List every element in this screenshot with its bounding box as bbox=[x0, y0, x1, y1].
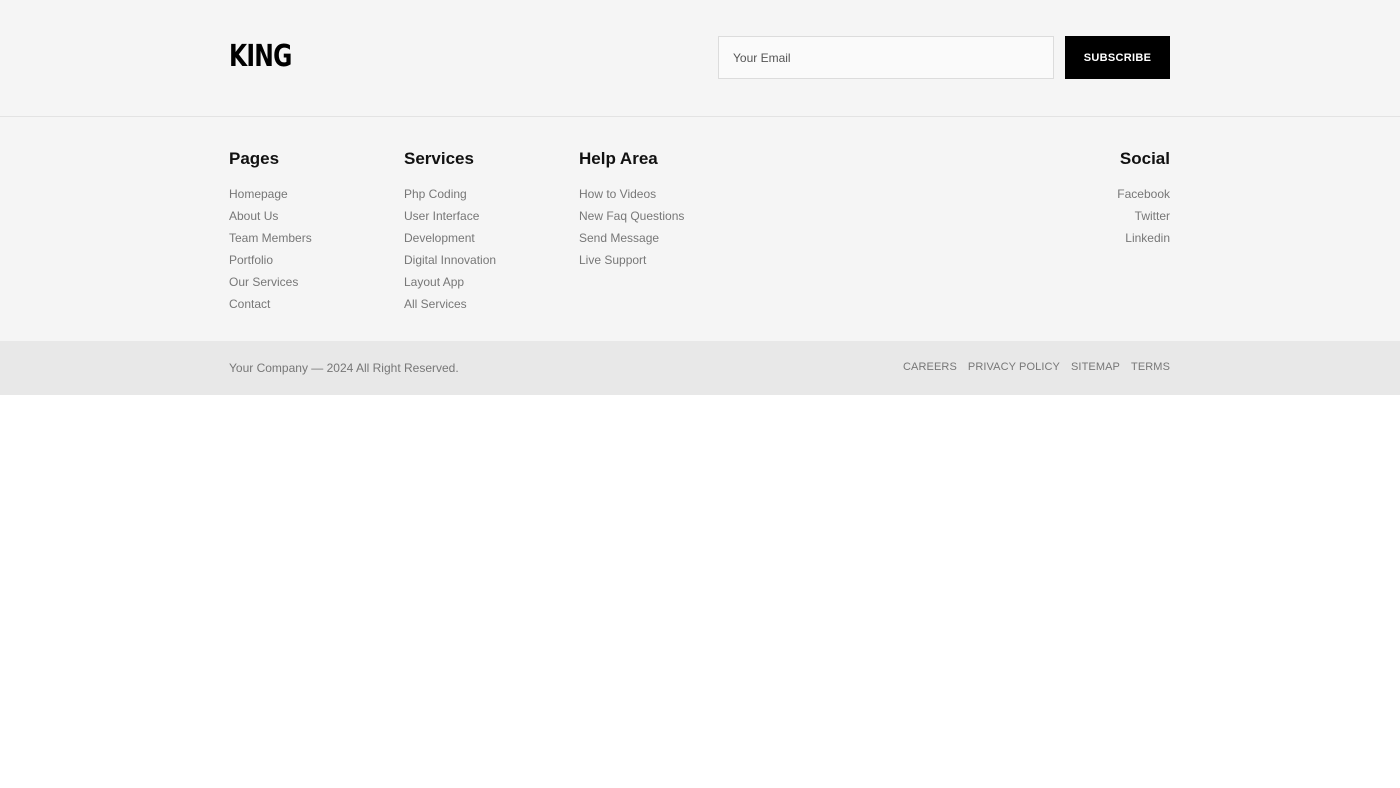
help-link-live-support[interactable]: Live Support bbox=[579, 249, 684, 271]
careers-link[interactable]: CAREERS bbox=[903, 361, 957, 373]
pages-link-portfolio[interactable]: Portfolio bbox=[229, 249, 312, 271]
services-list: Php Coding User Interface Development Di… bbox=[404, 183, 496, 315]
pages-list: Homepage About Us Team Members Portfolio… bbox=[229, 183, 312, 315]
footer-links-section: Pages Homepage About Us Team Members Por… bbox=[0, 117, 1400, 341]
pages-link-contact[interactable]: Contact bbox=[229, 293, 312, 315]
subscribe-button[interactable]: SUBSCRIBE bbox=[1065, 36, 1170, 79]
legal-links: CAREERS PRIVACY POLICY SITEMAP TERMS bbox=[903, 361, 1170, 373]
help-area-list: How to Videos New Faq Questions Send Mes… bbox=[579, 183, 684, 271]
services-link-development[interactable]: Development bbox=[404, 227, 496, 249]
help-area-column: Help Area How to Videos New Faq Question… bbox=[579, 147, 684, 271]
copyright-text: Your Company — 2024 All Right Reserved. bbox=[229, 361, 459, 375]
social-heading: Social bbox=[1119, 149, 1170, 168]
social-link-facebook[interactable]: Facebook bbox=[1117, 183, 1170, 205]
social-list: Facebook Twitter Linkedin bbox=[1117, 183, 1170, 249]
help-link-how-to-videos[interactable]: How to Videos bbox=[579, 183, 684, 205]
footer-bottom-bar: Your Company — 2024 All Right Reserved. … bbox=[0, 341, 1400, 395]
pages-column: Pages Homepage About Us Team Members Por… bbox=[229, 147, 312, 315]
privacy-policy-link[interactable]: PRIVACY POLICY bbox=[968, 361, 1060, 373]
pages-heading: Pages bbox=[229, 149, 280, 168]
pages-link-about-us[interactable]: About Us bbox=[229, 205, 312, 227]
terms-link[interactable]: TERMS bbox=[1131, 361, 1170, 373]
services-link-digital-innovation[interactable]: Digital Innovation bbox=[404, 249, 496, 271]
pages-link-our-services[interactable]: Our Services bbox=[229, 271, 312, 293]
pages-link-team-members[interactable]: Team Members bbox=[229, 227, 312, 249]
help-link-new-faq-questions[interactable]: New Faq Questions bbox=[579, 205, 684, 227]
services-link-php-coding[interactable]: Php Coding bbox=[404, 183, 496, 205]
services-column: Services Php Coding User Interface Devel… bbox=[404, 147, 496, 315]
sitemap-link[interactable]: SITEMAP bbox=[1071, 361, 1120, 373]
brand-logo[interactable]: KING bbox=[229, 42, 292, 72]
social-link-twitter[interactable]: Twitter bbox=[1117, 205, 1170, 227]
services-link-layout-app[interactable]: Layout App bbox=[404, 271, 496, 293]
services-link-all-services[interactable]: All Services bbox=[404, 293, 496, 315]
social-link-linkedin[interactable]: Linkedin bbox=[1117, 227, 1170, 249]
footer-top-bar: KING SUBSCRIBE bbox=[0, 0, 1400, 117]
social-column: Social Facebook Twitter Linkedin bbox=[1117, 147, 1170, 249]
help-area-heading: Help Area bbox=[579, 149, 658, 168]
pages-link-homepage[interactable]: Homepage bbox=[229, 183, 312, 205]
services-heading: Services bbox=[404, 149, 474, 168]
help-link-send-message[interactable]: Send Message bbox=[579, 227, 684, 249]
services-link-user-interface[interactable]: User Interface bbox=[404, 205, 496, 227]
email-input[interactable] bbox=[718, 36, 1054, 79]
